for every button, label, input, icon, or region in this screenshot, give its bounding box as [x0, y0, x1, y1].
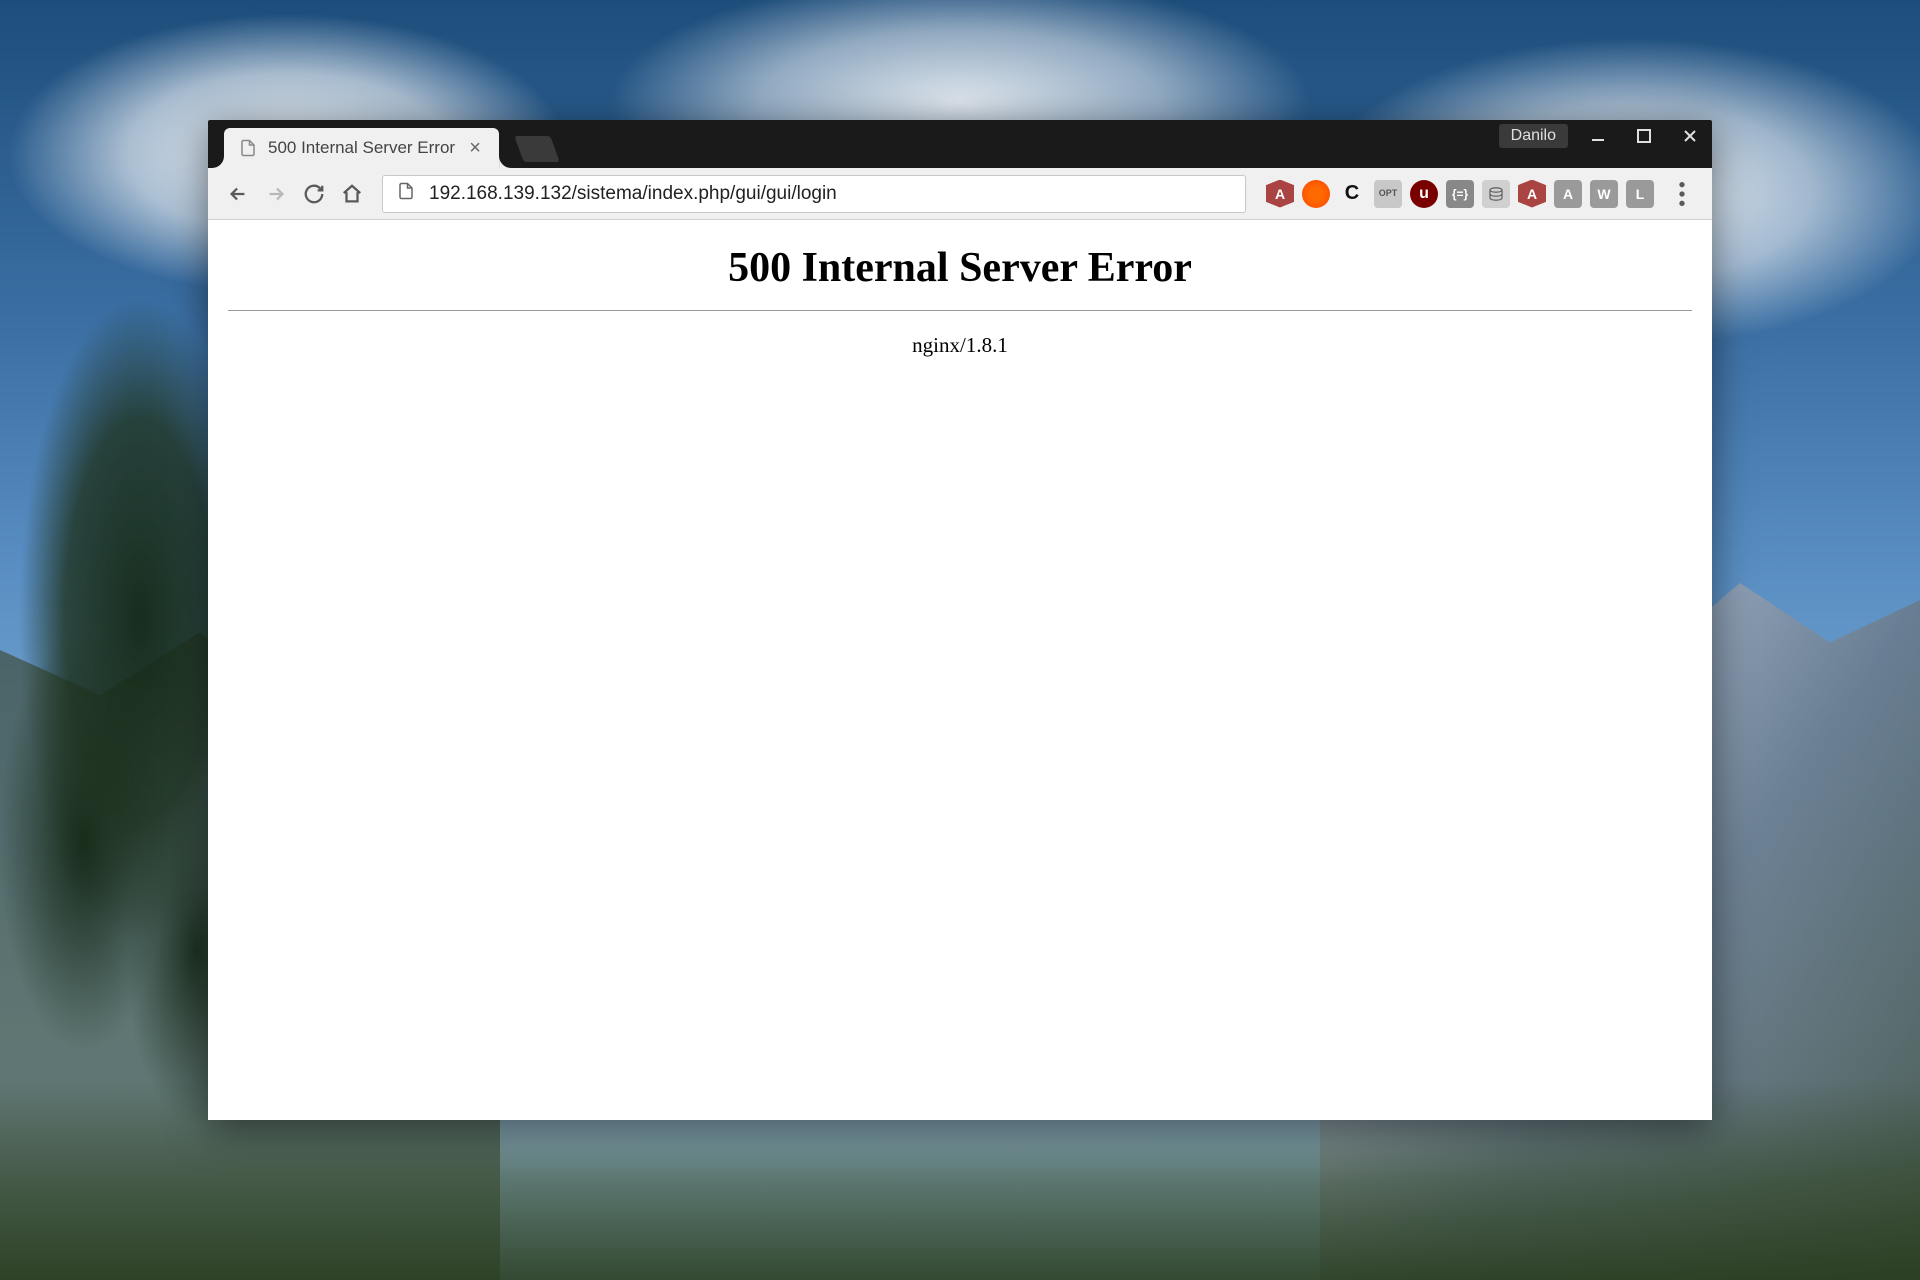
db-icon[interactable]	[1482, 180, 1510, 208]
browser-window: 500 Internal Server Error × Danilo	[208, 120, 1712, 1120]
angular-icon[interactable]: A	[1266, 180, 1294, 208]
w-square-icon[interactable]: W	[1590, 180, 1618, 208]
extension-icons: A C OPT u {=} A A W L	[1260, 180, 1660, 208]
forward-button[interactable]	[260, 178, 292, 210]
tab-title: 500 Internal Server Error	[268, 138, 455, 158]
c-icon[interactable]: C	[1338, 180, 1366, 208]
back-button[interactable]	[222, 178, 254, 210]
close-window-button[interactable]	[1668, 122, 1712, 150]
a-square-icon[interactable]: A	[1554, 180, 1582, 208]
ublock-icon[interactable]: u	[1410, 180, 1438, 208]
divider	[228, 310, 1692, 311]
reload-button[interactable]	[298, 178, 330, 210]
window-controls: Danilo	[1499, 120, 1712, 152]
page-content: 500 Internal Server Error nginx/1.8.1	[208, 220, 1712, 1120]
browser-tab[interactable]: 500 Internal Server Error ×	[224, 128, 499, 168]
minimize-button[interactable]	[1576, 122, 1620, 150]
menu-button[interactable]	[1666, 178, 1698, 210]
close-tab-button[interactable]: ×	[465, 137, 485, 160]
l-square-icon[interactable]: L	[1626, 180, 1654, 208]
url-input[interactable]	[429, 183, 1231, 205]
braces-icon[interactable]: {=}	[1446, 180, 1474, 208]
profile-badge[interactable]: Danilo	[1499, 124, 1568, 148]
maximize-button[interactable]	[1622, 122, 1666, 150]
browser-toolbar: A C OPT u {=} A A W L	[208, 168, 1712, 220]
brave-icon[interactable]	[1302, 180, 1330, 208]
server-info: nginx/1.8.1	[228, 333, 1692, 358]
file-icon	[397, 182, 415, 205]
browser-titlebar[interactable]: 500 Internal Server Error × Danilo	[208, 120, 1712, 168]
new-tab-button[interactable]	[514, 136, 559, 162]
angular2-icon[interactable]: A	[1518, 180, 1546, 208]
error-heading: 500 Internal Server Error	[228, 244, 1692, 292]
home-button[interactable]	[336, 178, 368, 210]
opt-icon[interactable]: OPT	[1374, 180, 1402, 208]
address-bar[interactable]	[382, 175, 1246, 213]
file-icon	[238, 138, 258, 158]
